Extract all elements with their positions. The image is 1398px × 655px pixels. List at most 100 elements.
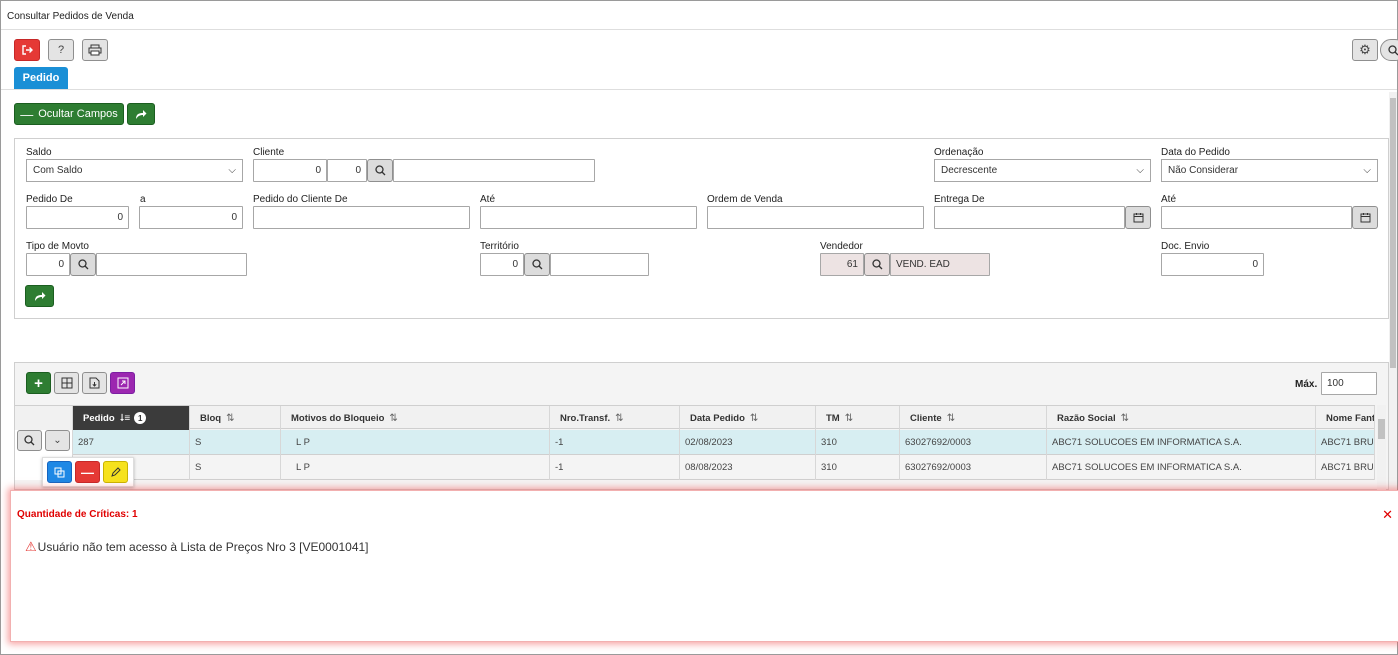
tipo-movto-code-field[interactable]: 0 [26, 253, 70, 276]
row-copy-button[interactable] [47, 461, 72, 483]
tipo-movto-search-button[interactable] [70, 253, 96, 276]
hide-fields-button[interactable]: — Ocultar Campos [14, 103, 124, 125]
header-nro-transf[interactable]: Nro.Transf. ⇅ [550, 406, 680, 430]
global-search-button[interactable] [1380, 39, 1398, 61]
critics-message-row: ⚠ Usuário não tem acesso à Lista de Preç… [25, 539, 369, 555]
share-button[interactable] [127, 103, 155, 125]
territorio-search-button[interactable] [524, 253, 550, 276]
doc-envio-field[interactable]: 0 [1161, 253, 1264, 276]
chevron-down-icon: ⌵ [1363, 165, 1371, 176]
page-scrollbar[interactable] [1389, 92, 1397, 490]
cell-tm: 310 [816, 455, 900, 480]
cell-pedido: 287 [73, 430, 190, 455]
sort-icon: ⇅ [226, 412, 235, 424]
tipo-movto-label: Tipo de Movto [26, 241, 89, 252]
territorio-name-field[interactable] [550, 253, 649, 276]
table-row[interactable]: 287 S L P -1 02/08/2023 310 63027692/000… [15, 430, 1375, 455]
header-pedido-label: Pedido [83, 412, 115, 424]
max-field[interactable]: 100 [1321, 372, 1377, 395]
cliente-name-field[interactable] [393, 159, 595, 182]
header-nome-fant[interactable]: Nome Fant [1316, 406, 1375, 430]
pedido-cliente-de-field[interactable] [253, 206, 470, 229]
grid-scrollbar[interactable] [1377, 405, 1386, 490]
entrega-ate-calendar-button[interactable] [1352, 206, 1378, 229]
tab-pedido[interactable]: Pedido [14, 67, 68, 89]
critics-title: Quantidade de Críticas: 1 [17, 509, 138, 520]
grid-scrollbar-thumb[interactable] [1378, 419, 1385, 439]
ordenacao-value: Decrescente [941, 165, 998, 176]
sort-icon: ⇅ [844, 412, 854, 424]
file-export-icon [89, 377, 100, 389]
cliente-code1-field[interactable]: 0 [253, 159, 327, 182]
doc-envio-label: Doc. Envio [1161, 241, 1210, 252]
forward-arrow-icon [34, 291, 45, 301]
export-button[interactable] [82, 372, 107, 394]
row-edit-button[interactable] [103, 461, 128, 483]
header-motivos-label: Motivos do Bloqueio [291, 412, 385, 424]
sort-order-badge: 1 [134, 412, 147, 424]
print-button[interactable] [82, 39, 108, 61]
ordenacao-select[interactable]: Decrescente ⌵ [934, 159, 1151, 182]
apply-filter-button[interactable] [25, 285, 54, 307]
pedido-ate-label: a [140, 194, 146, 205]
saldo-select[interactable]: Com Saldo ⌵ [26, 159, 243, 182]
header-motivos[interactable]: Motivos do Bloqueio ⇅ [281, 406, 550, 430]
header-tm[interactable]: TM ⇅ [816, 406, 900, 430]
calendar-icon [1360, 213, 1370, 223]
cell-nome-fant: ABC71 BRU [1316, 455, 1375, 480]
add-button[interactable]: + [26, 372, 51, 394]
header-razao-social[interactable]: Razão Social ⇅ [1047, 406, 1316, 430]
data-pedido-select[interactable]: Não Considerar ⌵ [1161, 159, 1378, 182]
pedido-cliente-ate-field[interactable] [480, 206, 697, 229]
expand-icon [117, 377, 128, 389]
max-label: Máx. [1295, 379, 1318, 390]
settings-button[interactable]: ⚙ [1352, 39, 1378, 61]
critics-message: Usuário não tem acesso à Lista de Preços… [37, 540, 369, 554]
warning-icon: ⚠ [25, 539, 37, 554]
page-scrollbar-thumb[interactable] [1390, 98, 1396, 368]
exit-button[interactable] [14, 39, 40, 61]
filter-panel: Saldo Com Saldo ⌵ Cliente 0 0 Ordenação … [14, 138, 1389, 319]
expand-button[interactable] [110, 372, 135, 394]
pedido-ate-field[interactable]: 0 [139, 206, 243, 229]
help-button[interactable]: ? [48, 39, 74, 61]
tipo-movto-name-field[interactable] [96, 253, 247, 276]
header-data-pedido[interactable]: Data Pedido ⇅ [680, 406, 816, 430]
grid-icon [61, 377, 72, 389]
entrega-de-label: Entrega De [934, 194, 985, 205]
vendedor-name-field: VEND. EAD [890, 253, 990, 276]
cell-bloq: S [190, 430, 281, 455]
cell-nro-transf: -1 [550, 455, 680, 480]
cliente-search-button[interactable] [367, 159, 393, 182]
sort-icon: ⇅ [946, 412, 956, 424]
ordem-venda-field[interactable] [707, 206, 924, 229]
vendedor-label: Vendedor [820, 241, 863, 252]
row-delete-button[interactable]: — [75, 461, 100, 483]
sort-icon: ⇅ [615, 412, 624, 424]
entrega-ate-field[interactable] [1161, 206, 1352, 229]
cell-tm: 310 [816, 430, 900, 455]
cell-razao-social: ABC71 SOLUCOES EM INFORMATICA S.A. [1047, 430, 1316, 455]
header-bloq[interactable]: Bloq ⇅ [190, 406, 281, 430]
header-cliente[interactable]: Cliente ⇅ [900, 406, 1047, 430]
territorio-code-field[interactable]: 0 [480, 253, 524, 276]
vendedor-code-field: 61 [820, 253, 864, 276]
pedido-de-field[interactable]: 0 [26, 206, 129, 229]
table-row[interactable]: S L P -1 08/08/2023 310 63027692/0003 AB… [15, 455, 1375, 480]
search-icon [24, 435, 35, 446]
header-pedido[interactable]: Pedido ⭣≡ 1 [73, 406, 190, 430]
row-view-button[interactable] [17, 430, 42, 451]
sort-icon: ⇅ [749, 412, 759, 424]
close-icon[interactable]: ✕ [1382, 507, 1393, 523]
columns-button[interactable] [54, 372, 79, 394]
ordenacao-label: Ordenação [934, 147, 984, 158]
header-razao-social-label: Razão Social [1057, 412, 1116, 424]
gear-icon: ⚙ [1359, 42, 1371, 57]
search-icon [77, 259, 88, 270]
entrega-de-calendar-button[interactable] [1125, 206, 1151, 229]
copy-icon [54, 467, 65, 477]
cliente-code2-field[interactable]: 0 [327, 159, 367, 182]
row-expand-button[interactable]: ⌄ [45, 430, 70, 451]
entrega-de-field[interactable] [934, 206, 1125, 229]
header-actions-cell [15, 406, 73, 430]
